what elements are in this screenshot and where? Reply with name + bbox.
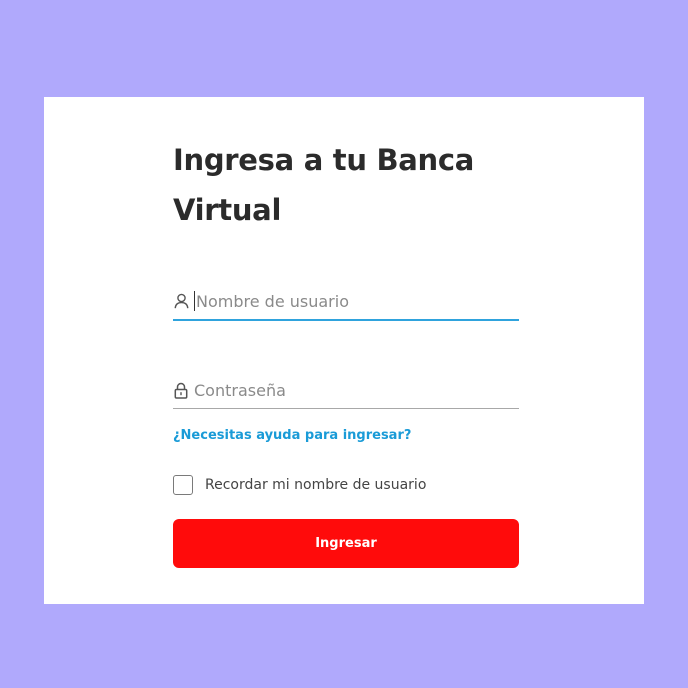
remember-label: Recordar mi nombre de usuario (205, 477, 427, 493)
text-caret (194, 291, 195, 311)
help-link[interactable]: ¿Necesitas ayuda para ingresar? (173, 428, 411, 443)
login-card: Ingresa a tu Banca Virtual ¿Necesitas ay… (44, 97, 644, 604)
username-field[interactable] (173, 283, 519, 321)
password-field[interactable] (173, 372, 519, 409)
page-title: Ingresa a tu Banca Virtual (173, 143, 475, 227)
user-icon (173, 292, 189, 310)
remember-checkbox[interactable] (173, 475, 193, 495)
remember-username[interactable]: Recordar mi nombre de usuario (173, 475, 426, 495)
lock-icon (173, 381, 189, 399)
password-input[interactable] (194, 380, 494, 400)
submit-button[interactable]: Ingresar (173, 519, 519, 568)
username-input[interactable] (196, 291, 496, 311)
